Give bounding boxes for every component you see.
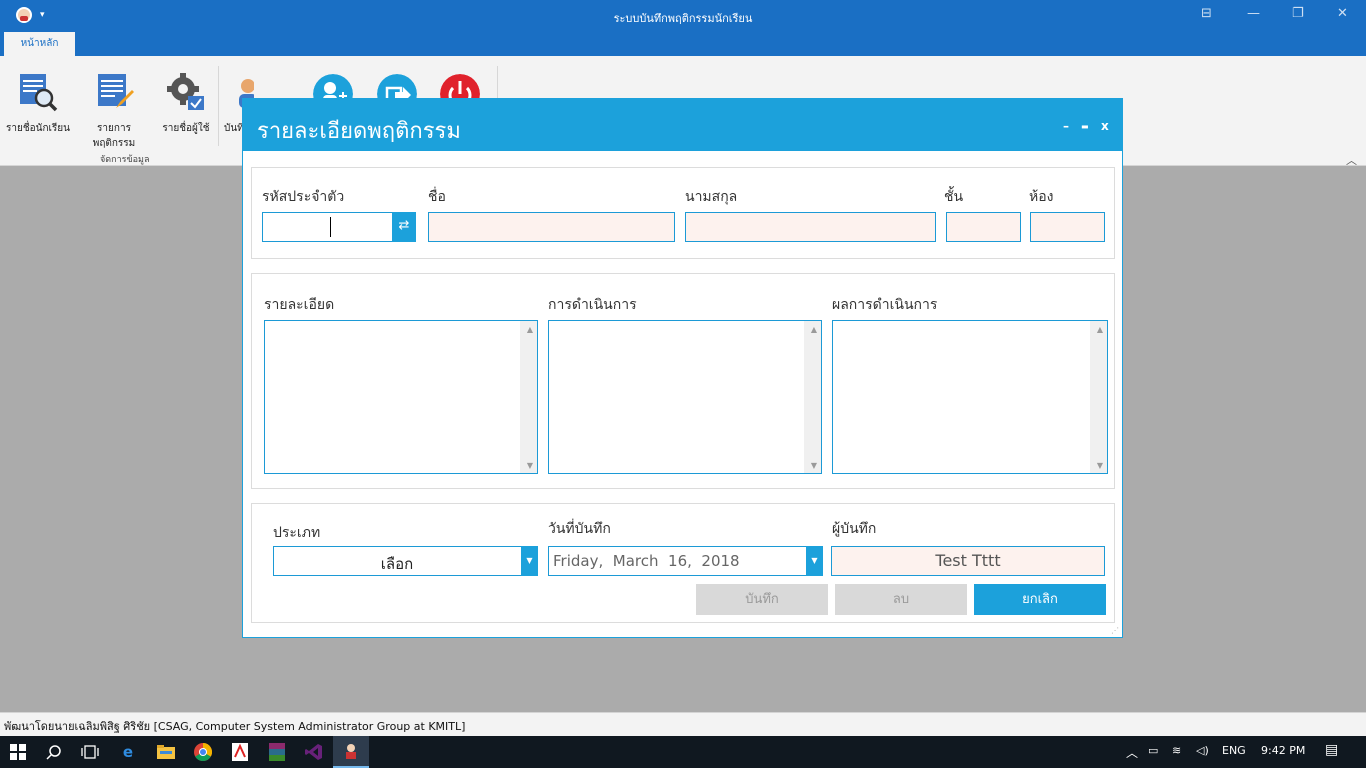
date-label: วันที่บันทึก <box>548 521 611 537</box>
chrome-icon[interactable] <box>185 736 221 768</box>
dialog-close-button[interactable]: x <box>1101 119 1109 133</box>
tab-home[interactable]: หน้าหลัก <box>4 32 75 56</box>
app-title: ระบบบันทึกพฤติกรรมนักเรียน <box>613 12 753 25</box>
window-minimize-button[interactable]: — <box>1247 6 1260 21</box>
volume-icon[interactable]: ◁) <box>1196 744 1209 757</box>
status-bar: พัฒนาโดยนายเฉลิมพิสิฐ ศิริชัย [CSAG, Com… <box>0 712 1366 736</box>
dialog-maximize-button[interactable]: ▬ <box>1081 122 1089 131</box>
ribbon-display-options-button[interactable]: ⊟ <box>1201 6 1212 21</box>
clock[interactable]: 9:42 PM <box>1261 744 1305 757</box>
edge-browser-icon[interactable]: e <box>110 736 146 768</box>
scroll-up-icon[interactable]: ▲ <box>527 325 533 334</box>
user-list-label: รายชื่อผู้ใช้ <box>162 123 210 134</box>
last-name-label: นามสกุล <box>685 189 738 205</box>
behavior-list-button[interactable]: รายการพฤติกรรม <box>76 72 152 151</box>
student-list-label: รายชื่อนักเรียน <box>5 123 70 134</box>
student-behavior-app-taskbar-icon[interactable] <box>333 736 369 768</box>
student-list-search-icon <box>20 74 58 112</box>
task-view-icon[interactable] <box>72 736 108 768</box>
student-id-label: รหัสประจำตัว <box>262 189 345 205</box>
wifi-icon[interactable]: ≋ <box>1172 744 1181 757</box>
result-textarea[interactable]: ▲ ▼ <box>832 320 1108 474</box>
behavior-details-panel: รายละเอียด ▲ ▼ การดำเนินการ ▲ ▼ ผลการดำเ… <box>251 273 1115 489</box>
date-dropdown-icon[interactable]: ▼ <box>806 546 823 576</box>
user-settings-gear-icon <box>167 73 204 110</box>
windows-taskbar: e ︿ ▭ ≋ ◁) ENG 9:42 PM ▤ <box>0 736 1366 768</box>
user-list-button[interactable]: รายชื่อผู้ใช้ <box>148 72 224 136</box>
save-button[interactable]: บันทึก <box>696 584 828 615</box>
language-indicator[interactable]: ENG <box>1222 744 1246 757</box>
title-bar: ▾ ระบบบันทึกพฤติกรรมนักเรียน ⊟ — ❐ ✕ <box>0 0 1366 32</box>
window-close-button[interactable]: ✕ <box>1337 6 1348 21</box>
type-select[interactable]: เลือก ▼ <box>273 546 538 576</box>
room-field[interactable] <box>1030 212 1105 242</box>
tray-overflow-icon[interactable]: ︿ <box>1126 744 1138 761</box>
search-icon[interactable] <box>36 736 72 768</box>
result-scrollbar[interactable]: ▲ ▼ <box>1090 321 1107 473</box>
first-name-field[interactable] <box>428 212 675 242</box>
scroll-down-icon[interactable]: ▼ <box>1097 461 1103 470</box>
dialog-title: รายละเอียดพฤติกรรม <box>257 119 461 144</box>
date-picker[interactable]: Friday, March 16, 2018 ▼ <box>548 546 823 576</box>
scroll-down-icon[interactable]: ▼ <box>811 461 817 470</box>
ribbon-tab-row: หน้าหลัก <box>0 32 1366 56</box>
visual-studio-icon[interactable] <box>296 736 332 768</box>
file-explorer-icon[interactable] <box>148 736 184 768</box>
dialog-title-bar: รายละเอียดพฤติกรรม – ▬ x <box>243 99 1122 151</box>
action-scrollbar[interactable]: ▲ ▼ <box>804 321 821 473</box>
result-label: ผลการดำเนินการ <box>832 297 938 313</box>
detail-scrollbar[interactable]: ▲ ▼ <box>520 321 537 473</box>
ribbon-group-separator <box>218 66 219 146</box>
action-center-icon[interactable]: ▤ <box>1325 742 1338 758</box>
action-label: การดำเนินการ <box>548 297 637 313</box>
grade-label: ชั้น <box>944 189 964 205</box>
type-dropdown-icon[interactable]: ▼ <box>521 546 538 576</box>
winrar-icon[interactable] <box>259 736 295 768</box>
text-caret <box>330 217 331 237</box>
resize-grip-icon[interactable]: ⋰ <box>1111 626 1119 635</box>
student-search-sync-icon[interactable]: ⇄ <box>392 212 416 242</box>
behavior-list-edit-icon <box>98 74 134 108</box>
student-info-panel: รหัสประจำตัว ⇄ ชื่อ นามสกุล ชั้น ห้อง <box>251 167 1115 259</box>
type-label: ประเภท <box>273 525 321 541</box>
scroll-up-icon[interactable]: ▲ <box>1097 325 1103 334</box>
battery-icon[interactable]: ▭ <box>1148 744 1158 757</box>
status-text: พัฒนาโดยนายเฉลิมพิสิฐ ศิริชัย [CSAG, Com… <box>4 720 466 733</box>
behavior-detail-dialog: รายละเอียดพฤติกรรม – ▬ x รหัสประจำตัว ⇄ … <box>242 98 1123 638</box>
dialog-minimize-button[interactable]: – <box>1063 119 1069 133</box>
window-restore-button[interactable]: ❐ <box>1292 6 1304 21</box>
ribbon-group-label: จัดการข้อมูล <box>100 155 150 165</box>
record-meta-panel: ประเภท เลือก ▼ วันที่บันทึก Friday, Marc… <box>251 503 1115 623</box>
behavior-list-label: รายการพฤติกรรม <box>92 123 136 149</box>
detail-label: รายละเอียด <box>264 297 335 313</box>
grade-field[interactable] <box>946 212 1021 242</box>
recorder-field[interactable]: Test Tttt <box>831 546 1105 576</box>
last-name-field[interactable] <box>685 212 936 242</box>
first-name-label: ชื่อ <box>428 189 446 205</box>
student-list-button[interactable]: รายชื่อนักเรียน <box>0 72 76 136</box>
student-id-field[interactable]: ⇄ <box>262 212 416 242</box>
action-textarea[interactable]: ▲ ▼ <box>548 320 822 474</box>
scroll-up-icon[interactable]: ▲ <box>811 325 817 334</box>
type-select-value: เลือก <box>380 555 414 573</box>
windows-start-icon[interactable] <box>0 736 36 768</box>
pdf-reader-icon[interactable] <box>222 736 258 768</box>
scroll-down-icon[interactable]: ▼ <box>527 461 533 470</box>
date-picker-value: Friday, March 16, 2018 <box>553 552 740 570</box>
cancel-button[interactable]: ยกเลิก <box>974 584 1106 615</box>
recorder-label: ผู้บันทึก <box>832 521 877 537</box>
room-label: ห้อง <box>1029 189 1054 205</box>
detail-textarea[interactable]: ▲ ▼ <box>264 320 538 474</box>
delete-button[interactable]: ลบ <box>835 584 967 615</box>
